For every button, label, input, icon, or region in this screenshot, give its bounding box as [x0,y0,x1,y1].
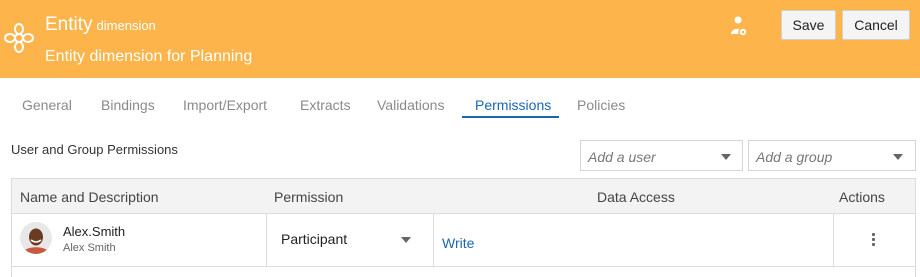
chevron-down-icon[interactable] [401,237,411,243]
tab-policies[interactable]: Policies [577,97,625,113]
tab-general[interactable]: General [22,97,72,113]
dimension-header: Entity dimension Entity dimension for Pla… [0,0,920,78]
cell-divider [266,214,267,267]
more-actions-icon[interactable] [872,233,876,249]
permissions-table: Name and Description Permission Data Acc… [11,178,916,277]
tab-bar: General Bindings Import/Export Extracts … [0,78,920,122]
chevron-down-icon [721,154,731,160]
tab-extracts[interactable]: Extracts [300,97,351,113]
cell-divider [433,214,434,267]
tab-import-export[interactable]: Import/Export [183,97,267,113]
column-header-actions: Actions [839,189,885,205]
add-group-placeholder: Add a group [756,149,833,165]
chevron-down-icon [893,154,903,160]
save-button[interactable]: Save [781,10,836,40]
permission-select[interactable]: Participant [281,231,347,247]
page-subtitle: Entity dimension for Planning [45,48,253,65]
tab-validations[interactable]: Validations [377,97,444,113]
page-title-suffix: dimension [96,18,156,33]
tab-bindings[interactable]: Bindings [101,97,155,113]
add-user-placeholder: Add a user [588,149,656,165]
avatar [20,222,52,254]
add-group-select[interactable]: Add a group [748,140,916,171]
user-settings-icon[interactable] [730,15,748,37]
page-title: Entity dimension [45,14,156,35]
tab-permissions[interactable]: Permissions [475,97,551,113]
data-access-link[interactable]: Write [442,235,474,251]
column-header-permission[interactable]: Permission [274,189,343,205]
table-header: Name and Description Permission Data Acc… [12,179,915,214]
section-title: User and Group Permissions [11,142,178,157]
column-header-data-access[interactable]: Data Access [597,189,675,205]
table-row: Alex.Smith Alex Smith Participant Write [12,214,915,267]
user-description: Alex Smith [63,242,116,254]
flower-icon [4,23,34,53]
active-tab-indicator [462,116,559,118]
column-header-name[interactable]: Name and Description [20,189,159,205]
user-name: Alex.Smith [63,224,126,239]
cell-divider [833,214,834,267]
add-user-select[interactable]: Add a user [580,140,743,171]
cancel-button[interactable]: Cancel [842,10,910,40]
